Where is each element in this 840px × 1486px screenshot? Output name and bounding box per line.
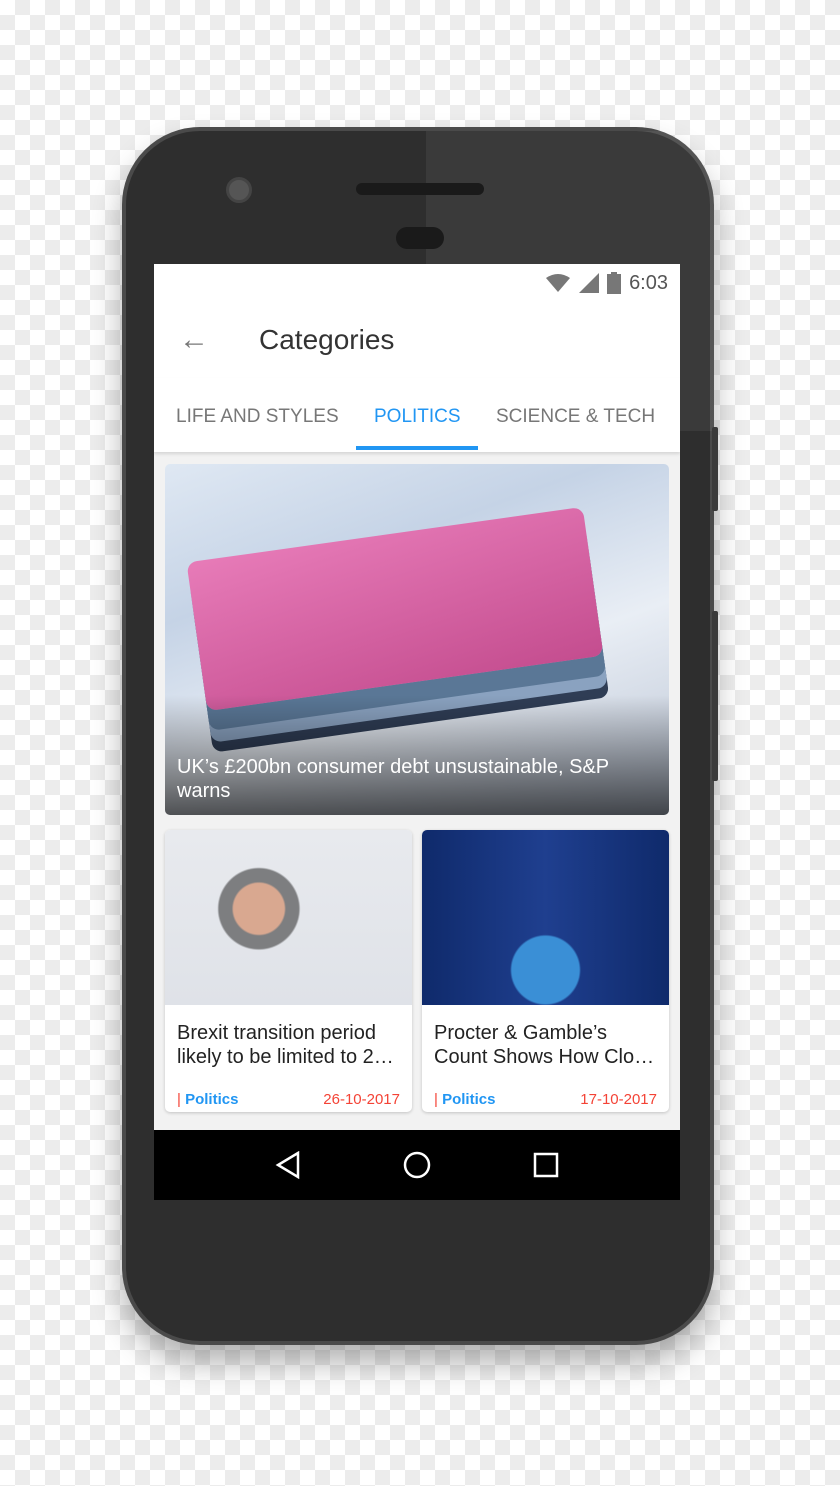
category-separator: | bbox=[177, 1091, 181, 1108]
article-category: Politics bbox=[185, 1091, 239, 1108]
page-title: Categories bbox=[259, 324, 395, 355]
hero-article[interactable]: UK’s £200bn consumer debt unsustainable,… bbox=[165, 464, 669, 815]
article-title: Brexit transition period likely to be li… bbox=[177, 1022, 394, 1068]
article-image bbox=[165, 830, 412, 1005]
volume-button bbox=[712, 611, 718, 781]
category-tabs: LIFE AND STYLES POLITICS SCIENCE & TECH bbox=[154, 378, 680, 452]
back-triangle-icon[interactable] bbox=[275, 1151, 301, 1179]
article-category: Politics bbox=[442, 1091, 496, 1108]
tab-life-and-styles[interactable]: LIFE AND STYLES bbox=[176, 406, 339, 428]
navigation-bar bbox=[154, 1130, 680, 1200]
tab-science-tech[interactable]: SCIENCE & TECH bbox=[496, 406, 655, 428]
battery-icon bbox=[607, 272, 622, 294]
status-bar: 6:03 bbox=[154, 264, 680, 302]
article-date: 17-10-2017 bbox=[580, 1091, 657, 1108]
article-date: 26-10-2017 bbox=[323, 1091, 400, 1108]
app-bar: ← Categories bbox=[154, 302, 680, 378]
wifi-icon bbox=[546, 274, 571, 292]
article-title: Procter & Gamble’s Count Shows How Clo… bbox=[434, 1022, 655, 1068]
tab-politics[interactable]: POLITICS bbox=[374, 406, 461, 428]
home-circle-icon[interactable] bbox=[403, 1151, 431, 1179]
hero-image bbox=[186, 506, 604, 712]
power-button bbox=[712, 427, 718, 511]
camera-icon bbox=[226, 177, 252, 203]
tab-indicator bbox=[356, 446, 478, 450]
article-card[interactable]: Brexit transition period likely to be li… bbox=[165, 830, 412, 1112]
article-image bbox=[422, 830, 669, 1005]
status-time: 6:03 bbox=[629, 271, 668, 294]
hero-title: UK’s £200bn consumer debt unsustainable,… bbox=[177, 756, 609, 802]
arrow-left-icon[interactable]: ← bbox=[154, 323, 234, 357]
speaker-grille bbox=[356, 183, 484, 195]
recents-square-icon[interactable] bbox=[533, 1152, 559, 1178]
category-separator: | bbox=[434, 1091, 438, 1108]
sensor bbox=[396, 227, 444, 249]
article-card[interactable]: Procter & Gamble’s Count Shows How Clo… … bbox=[422, 830, 669, 1112]
signal-icon bbox=[579, 273, 600, 293]
screen: 6:03 ← Categories LIFE AND STYLES POLITI… bbox=[154, 264, 680, 1200]
